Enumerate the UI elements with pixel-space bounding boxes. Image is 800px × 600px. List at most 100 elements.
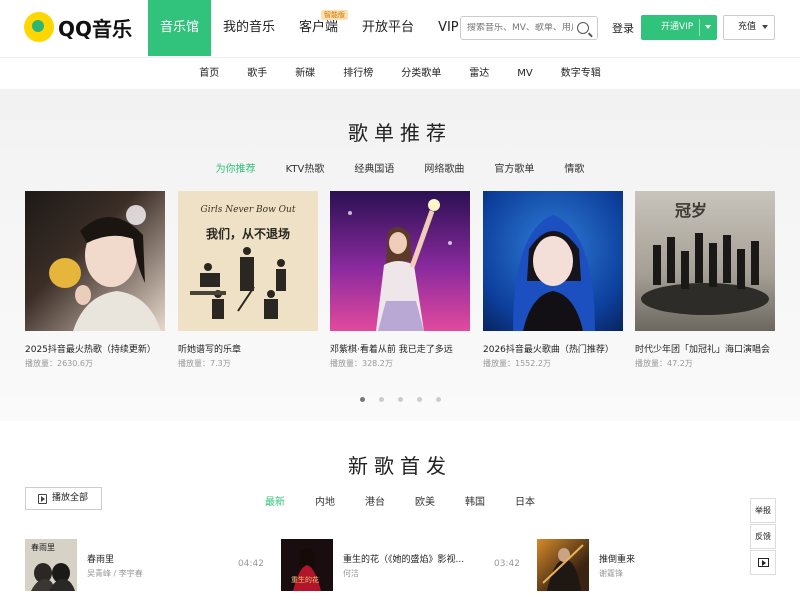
playlist-card[interactable]: 2025抖音最火热歌（持续更新） 播放量：2630.6万 — [25, 191, 165, 369]
playlist-play-count: 播放量：1552.2万 — [483, 359, 551, 368]
nav-my-music[interactable]: 我的音乐 — [211, 0, 287, 56]
feedback-button[interactable]: 反馈 — [750, 524, 776, 549]
subnav-home[interactable]: 首页 — [199, 58, 219, 89]
subnav-digital-albums[interactable]: 数字专辑 — [561, 58, 601, 89]
recharge-button[interactable]: 充值 — [723, 15, 775, 40]
carousel-dot[interactable] — [378, 397, 384, 402]
song-duration: 04:42 — [238, 559, 264, 569]
tab-japan[interactable]: 日本 — [515, 493, 535, 508]
new-songs-tabs: 最新 内地 港台 欧美 韩国 日本 — [0, 493, 800, 508]
cover-text: 重生的花 — [291, 576, 319, 584]
playlist-title[interactable]: 2026抖音最火歌曲（热门推荐） — [483, 342, 623, 355]
nav-music-hall[interactable]: 音乐馆 — [148, 0, 212, 56]
cover-art-image — [348, 199, 452, 331]
tab-hk-tw[interactable]: 港台 — [365, 493, 385, 508]
song-cover[interactable] — [537, 539, 589, 591]
cover-text-main: 我们，从不退场 — [205, 227, 290, 241]
vip-divider — [699, 19, 700, 36]
song-duration: 03:42 — [494, 559, 520, 569]
cover-text: 春雨里 — [31, 543, 55, 552]
nav-client[interactable]: 客户端 智能版 — [287, 0, 350, 56]
carousel-dot[interactable] — [435, 397, 441, 402]
open-vip-label: 开通VIP — [661, 22, 694, 32]
tab-for-you[interactable]: 为你推荐 — [216, 160, 256, 175]
playlist-card[interactable]: 邓紫棋·看着从前 我已走了多远 播放量：328.2万 — [330, 191, 470, 369]
playlist-card[interactable]: 2026抖音最火歌曲（热门推荐） 播放量：1552.2万 — [483, 191, 623, 369]
playlist-play-count: 播放量：7.3万 — [178, 359, 231, 368]
search-icon[interactable] — [577, 22, 589, 34]
subnav-mv[interactable]: MV — [517, 58, 532, 89]
song-cover[interactable]: 重生的花 — [281, 539, 333, 591]
playlist-card[interactable]: Girls Never Bow Out 我们，从不退场 听她谱写的乐章 播放量：… — [178, 191, 318, 369]
song-cover[interactable]: 春雨里 — [25, 539, 77, 591]
subnav-radar[interactable]: 雷达 — [469, 58, 489, 89]
cover-text-top: Girls Never Bow Out — [200, 205, 296, 215]
tab-western[interactable]: 欧美 — [415, 493, 435, 508]
playlist-title[interactable]: 听她谱写的乐章 — [178, 342, 318, 355]
playlist-cover[interactable] — [25, 191, 165, 331]
carousel-dot[interactable] — [359, 397, 365, 402]
playlist-title[interactable]: 邓紫棋·看着从前 我已走了多远 — [330, 342, 470, 355]
logo-text: QQ音乐 — [58, 16, 133, 41]
chevron-down-icon[interactable] — [705, 25, 711, 29]
search-box — [460, 16, 598, 40]
cover-art-image — [542, 544, 584, 591]
side-tools: 举报 反馈 — [750, 498, 776, 576]
top-header: QQ音乐 音乐馆 我的音乐 客户端 智能版 开放平台 VIP 登录 开通VIP … — [0, 0, 800, 56]
playlist-title[interactable]: 2025抖音最火热歌（持续更新） — [25, 342, 165, 355]
playlist-cover[interactable] — [330, 191, 470, 331]
logo[interactable]: QQ音乐 — [24, 12, 132, 42]
cover-art-image — [513, 215, 595, 331]
nav-client-badge: 智能版 — [321, 10, 349, 20]
player-button[interactable] — [750, 550, 776, 575]
subnav-new-albums[interactable]: 新碟 — [295, 58, 315, 89]
sub-nav: 首页 歌手 新碟 排行榜 分类歌单 雷达 MV 数字专辑 — [0, 57, 800, 89]
tab-love-songs[interactable]: 情歌 — [564, 160, 584, 175]
tab-korea[interactable]: 韩国 — [465, 493, 485, 508]
cover-art-image — [49, 205, 161, 331]
song-row[interactable]: 春雨里 春雨里 吴青峰 / 李宇春 04:42 — [25, 539, 270, 591]
playlist-tabs: 为你推荐 KTV热歌 经典国语 网络歌曲 官方歌单 情歌 — [0, 160, 800, 175]
tab-mainland[interactable]: 内地 — [315, 493, 335, 508]
playlist-cover[interactable]: Girls Never Bow Out 我们，从不退场 — [178, 191, 318, 331]
subnav-playlists[interactable]: 分类歌单 — [401, 58, 441, 89]
tab-classic-mandarin[interactable]: 经典国语 — [354, 160, 394, 175]
song-artist[interactable]: 吴青峰 / 李宇春 — [87, 568, 143, 579]
recharge-label: 充值 — [738, 22, 757, 32]
login-link[interactable]: 登录 — [612, 20, 634, 36]
subnav-charts[interactable]: 排行榜 — [343, 58, 373, 89]
play-icon — [757, 558, 769, 567]
cover-text-main: 冠岁 — [675, 201, 708, 220]
tab-official[interactable]: 官方歌单 — [494, 160, 534, 175]
playlist-title[interactable]: 时代少年团「加冠礼」海口演唱会 — [635, 342, 775, 355]
playlist-play-count: 播放量：2630.6万 — [25, 359, 93, 368]
qq-music-logo-icon — [24, 12, 54, 42]
song-row[interactable]: 重生的花 重生的花（《她的盛焰》影视... 何洁 03:42 — [281, 539, 526, 591]
playlist-play-count: 播放量：47.2万 — [635, 359, 693, 368]
nav-open-platform[interactable]: 开放平台 — [350, 0, 426, 56]
song-name[interactable]: 春雨里 — [87, 552, 114, 565]
subnav-singers[interactable]: 歌手 — [247, 58, 267, 89]
song-name[interactable]: 推倒重来 — [599, 552, 635, 565]
song-name[interactable]: 重生的花（《她的盛焰》影视... — [343, 552, 464, 565]
main-nav: 音乐馆 我的音乐 客户端 智能版 开放平台 VIP — [148, 0, 471, 56]
playlist-card[interactable]: 冠岁 时代少年团「加冠礼」海口演唱会 播放量：47.2万 — [635, 191, 775, 369]
song-row[interactable]: 推倒重来 谢霆锋 — [537, 539, 782, 591]
new-songs-title: 新歌首发 — [348, 454, 452, 478]
nav-client-label: 客户端 — [299, 20, 339, 35]
search-input[interactable] — [461, 23, 573, 33]
playlist-cover[interactable] — [483, 191, 623, 331]
song-artist[interactable]: 谢霆锋 — [599, 568, 623, 579]
playlist-section-title: 歌单推荐 — [348, 121, 452, 145]
carousel-dot[interactable] — [416, 397, 422, 402]
carousel-dots — [0, 397, 800, 402]
tab-latest[interactable]: 最新 — [265, 493, 285, 508]
tab-internet-songs[interactable]: 网络歌曲 — [424, 160, 464, 175]
song-artist[interactable]: 何洁 — [343, 568, 359, 579]
open-vip-button[interactable]: 开通VIP — [641, 15, 717, 40]
tab-ktv[interactable]: KTV热歌 — [286, 160, 325, 175]
report-button[interactable]: 举报 — [750, 498, 776, 523]
carousel-dot[interactable] — [397, 397, 403, 402]
chevron-down-icon — [762, 25, 768, 29]
playlist-cover[interactable]: 冠岁 — [635, 191, 775, 331]
